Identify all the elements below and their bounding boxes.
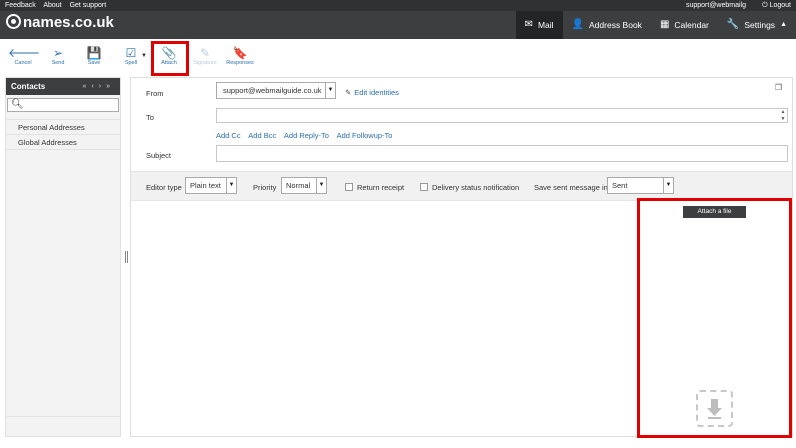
contacts-search-input[interactable]: 🔍︎ (7, 98, 119, 112)
delivery-status-label: Delivery status notification (432, 183, 520, 192)
responses-button[interactable]: 🔖 Responses (225, 46, 255, 66)
calendar-icon: ▦ (659, 19, 670, 30)
bookmark-icon: 🔖 (232, 46, 248, 60)
to-field[interactable]: ▲ ▼ (216, 108, 788, 123)
panel-splitter-handle[interactable] (125, 251, 128, 263)
message-body-textarea[interactable] (131, 201, 636, 436)
send-label: Send (51, 60, 65, 66)
save-sent-select[interactable]: Sent ▼ (607, 177, 674, 194)
chevron-down-icon: ▼ (316, 178, 326, 193)
save-label: Save (87, 60, 101, 66)
spell-label: Spell (124, 60, 138, 66)
person-icon: 👤 (571, 19, 585, 30)
chevron-down-icon: ▼ (325, 83, 335, 98)
cancel-label: Cancel (14, 60, 32, 66)
signature-label: Signature (193, 60, 217, 66)
paper-plane-icon: ➢ (52, 46, 64, 60)
main-nav: ✉ Mail 👤 Address Book ▦ Calendar 🔧 Setti… (515, 11, 796, 39)
cancel-button[interactable]: 🡐 Cancel (8, 46, 41, 66)
arrow-left-icon: 🡐 (8, 46, 41, 60)
priority-label: Priority (253, 183, 277, 192)
nav-address-book[interactable]: 👤 Address Book (563, 11, 651, 39)
save-button[interactable]: 💾 Save (79, 46, 109, 66)
nav-calendar[interactable]: ▦ Calendar (651, 11, 718, 39)
scroll-down-icon[interactable]: ▼ (779, 116, 787, 122)
feedback-link[interactable]: Feedback (5, 2, 36, 9)
add-cc-link[interactable]: Add Cc (216, 131, 241, 140)
app-header: names.co.uk A DADA BRAND ✉ Mail 👤 Addres… (0, 11, 796, 43)
subject-label: Subject (146, 151, 172, 160)
maximize-icon[interactable]: ❐ (775, 83, 782, 92)
pen-icon: ✎ (199, 46, 211, 60)
get-support-link[interactable]: Get support (70, 2, 107, 9)
top-strip: Feedback About Get support support@webma… (0, 0, 796, 11)
add-reply-to-link[interactable]: Add Reply-To (284, 131, 329, 140)
editor-type-select[interactable]: Plain text ▼ (185, 177, 237, 194)
attach-highlight-box (151, 41, 189, 76)
chevron-down-icon: ▼ (226, 178, 236, 193)
nav-settings[interactable]: 🔧 Settings ▲ (718, 11, 796, 39)
return-receipt-checkbox[interactable] (345, 183, 353, 191)
scroll-up-icon[interactable]: ▲ (779, 109, 787, 115)
contacts-panel: Contacts «‹›» 🔍︎ Personal Addresses Glob… (5, 77, 121, 437)
nav-mail[interactable]: ✉ Mail (515, 11, 563, 39)
priority-select[interactable]: Normal ▼ (281, 177, 327, 194)
contacts-title: Contacts (11, 82, 46, 91)
chevron-down-icon: ▼ (663, 178, 673, 193)
nav-calendar-label: Calendar (674, 20, 709, 30)
logout-button[interactable]: ⏻ Logout (762, 0, 791, 11)
editor-type-label: Editor type (146, 183, 182, 192)
download-arrow-icon (707, 399, 722, 419)
list-item-personal-addresses[interactable]: Personal Addresses (6, 120, 120, 135)
nav-mail-label: Mail (537, 20, 554, 30)
logo-ring-icon (6, 14, 21, 29)
from-value: support@webmailguide.co.uk (223, 86, 322, 95)
spell-dropdown-icon[interactable]: ▼ (141, 53, 147, 59)
attach-file-button[interactable]: Attach a file (683, 206, 746, 218)
priority-value: Normal (286, 181, 311, 190)
add-bcc-link[interactable]: Add Bcc (248, 131, 276, 140)
caret-up-icon: ▲ (780, 21, 787, 28)
signature-button[interactable]: ✎ Signature (190, 46, 220, 66)
options-bar: Editor type Plain text ▼ Priority Normal… (131, 171, 792, 200)
from-select[interactable]: support@webmailguide.co.uk ▼ (216, 82, 336, 99)
contacts-pager[interactable]: «‹›» (83, 78, 115, 95)
nav-address-book-label: Address Book (589, 20, 642, 30)
add-followup-to-link[interactable]: Add Followup-To (337, 131, 393, 140)
compose-headers: From support@webmailguide.co.uk ▼ ✎ Edit … (131, 78, 792, 201)
username: support@webmailg (685, 2, 746, 9)
about-link[interactable]: About (43, 2, 61, 9)
save-sent-label: Save sent message in (534, 183, 608, 192)
wrench-icon: 🔧 (726, 19, 740, 30)
search-icon: 🔍︎ (11, 99, 24, 110)
floppy-disk-icon: 💾 (86, 46, 102, 60)
contacts-header: Contacts «‹›» (6, 78, 120, 95)
pencil-icon: ✎ (345, 88, 352, 97)
add-header-links: Add Cc Add Bcc Add Reply-To Add Followup… (216, 131, 398, 140)
list-item-global-addresses[interactable]: Global Addresses (6, 135, 120, 150)
editor-type-value: Plain text (190, 181, 221, 190)
send-button[interactable]: ➢ Send (43, 46, 73, 66)
subject-field[interactable] (216, 145, 788, 162)
to-label: To (146, 113, 154, 122)
envelope-icon: ✉ (524, 19, 533, 30)
power-icon: ⏻ (762, 2, 768, 9)
logo[interactable]: names.co.uk A DADA BRAND (6, 14, 114, 43)
delivery-status-checkbox[interactable] (420, 183, 428, 191)
edit-identities-label: Edit identities (354, 88, 399, 97)
contacts-footer (6, 416, 120, 436)
from-label: From (146, 89, 164, 98)
file-drop-zone[interactable] (696, 390, 733, 427)
compose-toolbar: 🡐 Cancel ➢ Send 💾 Save ☑ Spell ▼ 📎 Attac… (0, 39, 796, 75)
edit-identities-link[interactable]: ✎ Edit identities (345, 88, 399, 97)
logo-text: names.co.uk (23, 14, 114, 31)
logout-label: Logout (769, 2, 791, 9)
responses-label: Responses (226, 60, 254, 66)
address-book-list: Personal Addresses Global Addresses (6, 119, 120, 150)
nav-settings-label: Settings (744, 20, 776, 30)
save-sent-value: Sent (612, 181, 628, 190)
return-receipt-label: Return receipt (357, 183, 405, 192)
